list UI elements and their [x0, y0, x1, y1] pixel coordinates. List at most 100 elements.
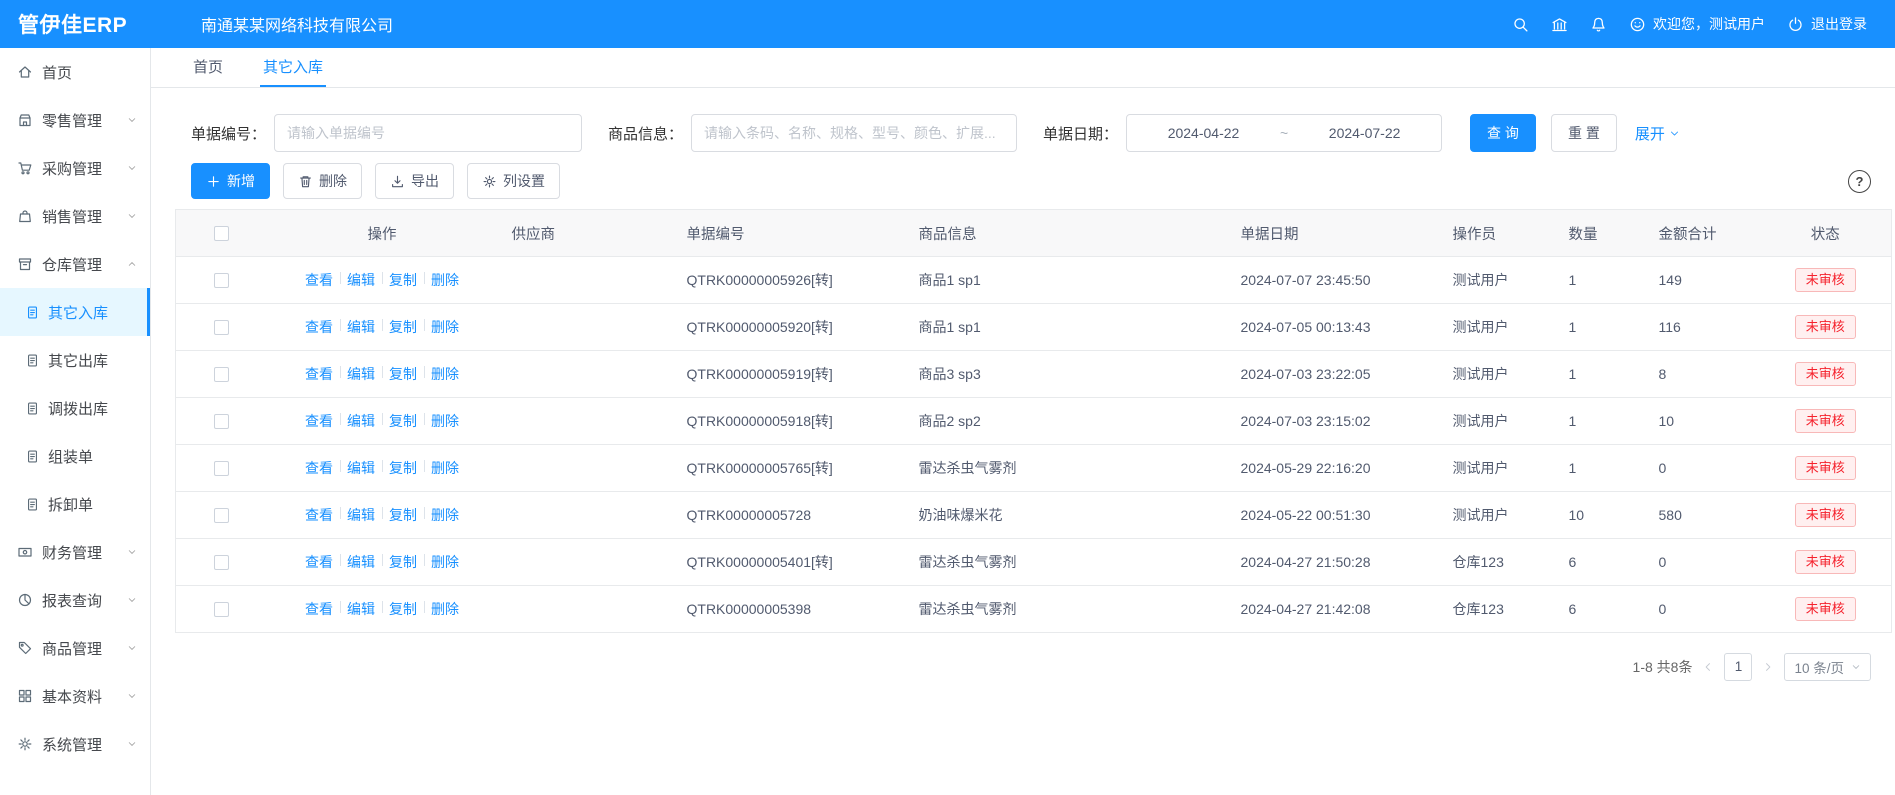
reset-button[interactable]: 重 置 [1551, 114, 1617, 152]
product-info-input[interactable] [691, 114, 1017, 152]
bank-icon[interactable] [1551, 16, 1568, 33]
chevron-down-icon [127, 115, 137, 125]
tab-other-inbound[interactable]: 其它入库 [260, 48, 326, 87]
row-checkbox[interactable] [214, 367, 229, 382]
row-checkbox[interactable] [214, 602, 229, 617]
bill-no-input[interactable] [274, 114, 582, 152]
edit-link[interactable]: 编辑 [347, 458, 375, 478]
row-checkbox[interactable] [214, 414, 229, 429]
bill-no-cell: QTRK00000005920[转] [673, 304, 905, 351]
view-link[interactable]: 查看 [305, 411, 333, 431]
delete-link[interactable]: 删除 [431, 364, 459, 384]
sidebar-subitem-transfer-outbound[interactable]: 调拨出库 [0, 384, 150, 432]
table-row: 查看编辑复制删除 QTRK00000005919[转] 商品3 sp3 2024… [176, 351, 1892, 398]
delete-link[interactable]: 删除 [431, 505, 459, 525]
sidebar-item-system[interactable]: 系统管理 [0, 720, 150, 768]
qty-cell: 1 [1555, 304, 1645, 351]
copy-link[interactable]: 复制 [389, 270, 417, 290]
expand-toggle[interactable]: 展开 [1635, 123, 1680, 144]
view-link[interactable]: 查看 [305, 552, 333, 572]
page-size-select[interactable]: 10 条/页 [1784, 653, 1871, 681]
supplier-cell [498, 257, 673, 304]
tab-home[interactable]: 首页 [190, 48, 226, 87]
view-link[interactable]: 查看 [305, 599, 333, 619]
export-button[interactable]: 导出 [375, 163, 454, 199]
copy-link[interactable]: 复制 [389, 458, 417, 478]
supplier-cell [498, 445, 673, 492]
product-cell: 商品1 sp1 [905, 257, 1227, 304]
notification-bell-icon[interactable] [1590, 16, 1607, 33]
delete-link[interactable]: 删除 [431, 317, 459, 337]
row-checkbox[interactable] [214, 320, 229, 335]
sidebar-item-retail[interactable]: 零售管理 [0, 96, 150, 144]
sidebar-item-finance[interactable]: 财务管理 [0, 528, 150, 576]
delete-link[interactable]: 删除 [431, 411, 459, 431]
logout-button[interactable]: 退出登录 [1787, 14, 1867, 34]
supplier-cell [498, 304, 673, 351]
sidebar-item-purchase[interactable]: 采购管理 [0, 144, 150, 192]
date-from: 2024-04-22 [1168, 125, 1240, 141]
search-button[interactable]: 查 询 [1470, 114, 1536, 152]
delete-link[interactable]: 删除 [431, 458, 459, 478]
sidebar-item-home[interactable]: 首页 [0, 48, 150, 96]
sidebar-subitem-other-inbound[interactable]: 其它入库 [0, 288, 150, 336]
user-menu[interactable]: 欢迎您，测试用户 [1629, 14, 1765, 34]
copy-link[interactable]: 复制 [389, 364, 417, 384]
view-link[interactable]: 查看 [305, 458, 333, 478]
edit-link[interactable]: 编辑 [347, 599, 375, 619]
copy-link[interactable]: 复制 [389, 599, 417, 619]
view-link[interactable]: 查看 [305, 270, 333, 290]
edit-link[interactable]: 编辑 [347, 505, 375, 525]
edit-link[interactable]: 编辑 [347, 411, 375, 431]
amount-cell: 580 [1645, 492, 1760, 539]
copy-link[interactable]: 复制 [389, 505, 417, 525]
next-page-button[interactable] [1762, 661, 1774, 673]
view-link[interactable]: 查看 [305, 317, 333, 337]
row-checkbox[interactable] [214, 555, 229, 570]
delete-button[interactable]: 删除 [283, 163, 362, 199]
page-1-button[interactable]: 1 [1724, 653, 1752, 681]
sidebar-item-goods[interactable]: 商品管理 [0, 624, 150, 672]
status-badge: 未审核 [1795, 409, 1856, 433]
product-cell: 雷达杀虫气雾剂 [905, 445, 1227, 492]
sidebar-item-basic-data[interactable]: 基本资料 [0, 672, 150, 720]
delete-link[interactable]: 删除 [431, 599, 459, 619]
sidebar-subitem-label: 调拨出库 [48, 398, 108, 419]
sidebar-item-sales[interactable]: 销售管理 [0, 192, 150, 240]
view-link[interactable]: 查看 [305, 505, 333, 525]
add-button[interactable]: 新增 [191, 163, 270, 199]
copy-link[interactable]: 复制 [389, 317, 417, 337]
document-icon [25, 353, 40, 368]
sidebar-item-warehouse[interactable]: 仓库管理 [0, 240, 150, 288]
search-icon[interactable] [1512, 16, 1529, 33]
copy-link[interactable]: 复制 [389, 411, 417, 431]
delete-label: 删除 [319, 171, 347, 191]
select-all-checkbox[interactable] [214, 226, 229, 241]
date-range-picker[interactable]: 2024-04-22 ~ 2024-07-22 [1126, 114, 1442, 152]
edit-link[interactable]: 编辑 [347, 364, 375, 384]
view-link[interactable]: 查看 [305, 364, 333, 384]
copy-link[interactable]: 复制 [389, 552, 417, 572]
row-checkbox[interactable] [214, 508, 229, 523]
edit-link[interactable]: 编辑 [347, 552, 375, 572]
home-icon [17, 64, 33, 80]
prev-page-button[interactable] [1702, 661, 1714, 673]
edit-link[interactable]: 编辑 [347, 270, 375, 290]
sidebar-subitem-disassembly[interactable]: 拆卸单 [0, 480, 150, 528]
bill-no-cell: QTRK00000005926[转] [673, 257, 905, 304]
operator-cell: 测试用户 [1439, 304, 1555, 351]
sidebar-subitem-other-outbound[interactable]: 其它出库 [0, 336, 150, 384]
archive-box-icon [17, 256, 33, 272]
sidebar-item-report[interactable]: 报表查询 [0, 576, 150, 624]
row-checkbox[interactable] [214, 461, 229, 476]
column-settings-button[interactable]: 列设置 [467, 163, 560, 199]
delete-link[interactable]: 删除 [431, 552, 459, 572]
help-icon[interactable]: ? [1848, 170, 1871, 193]
sidebar-subitem-assembly[interactable]: 组装单 [0, 432, 150, 480]
edit-link[interactable]: 编辑 [347, 317, 375, 337]
table-row: 查看编辑复制删除 QTRK00000005918[转] 商品2 sp2 2024… [176, 398, 1892, 445]
row-checkbox[interactable] [214, 273, 229, 288]
sidebar-subitem-label: 其它出库 [48, 350, 108, 371]
delete-link[interactable]: 删除 [431, 270, 459, 290]
document-icon [25, 449, 40, 464]
